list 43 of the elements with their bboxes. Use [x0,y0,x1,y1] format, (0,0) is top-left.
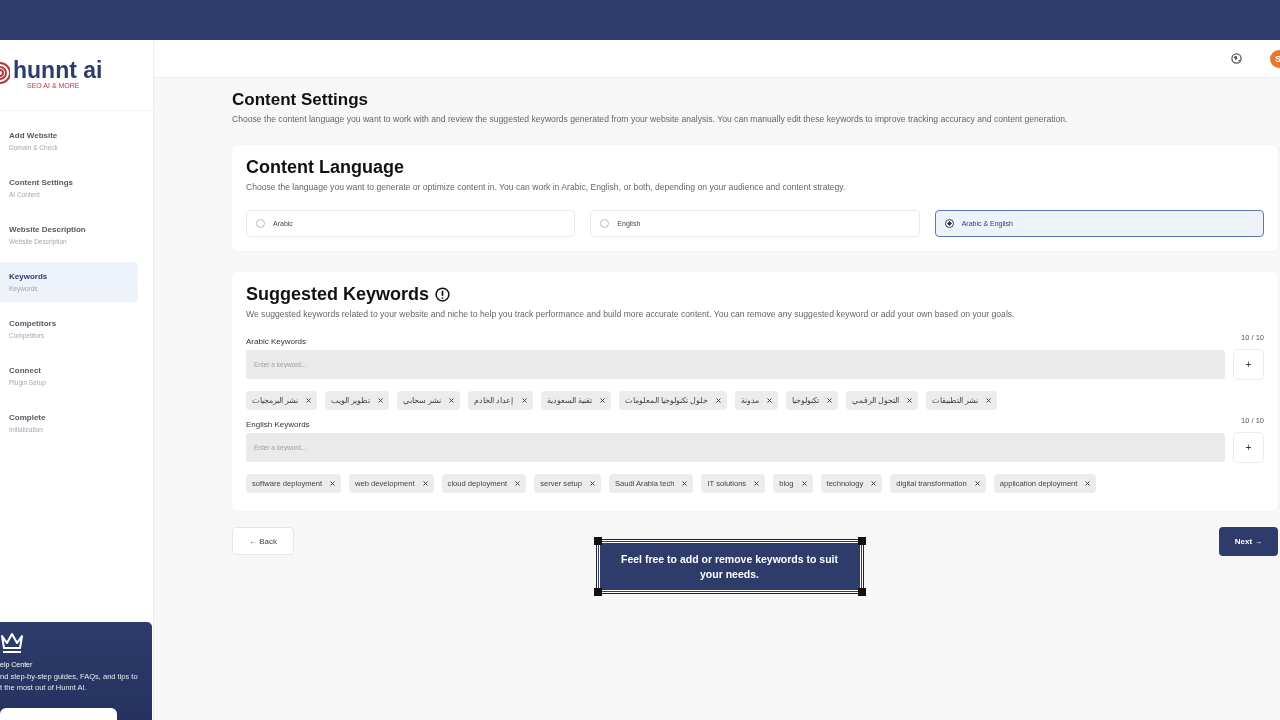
resize-handle[interactable] [857,588,866,596]
add-button[interactable]: + [1233,432,1264,463]
close-icon[interactable] [754,481,760,486]
card-title: Suggested Keywords [246,284,430,305]
close-icon[interactable] [1085,481,1091,486]
close-icon[interactable] [306,398,312,403]
card-description: We suggested keywords related to your website and niche to help you track performance and build more accurate content. You can remove any suggested keyword or add your own based on your goals. [246,309,1016,319]
close-icon[interactable] [974,481,980,486]
close-icon[interactable] [378,398,384,403]
close-icon[interactable] [449,398,455,403]
logo-name: hunnt ai [13,58,103,82]
callout-text: Feel free to add or remove keywords to suit your needs. [619,551,840,582]
next-button[interactable]: Next → [1219,527,1278,556]
page-title: Content Settings [232,90,369,110]
field-label: Arabic Keywords [246,337,307,346]
close-icon[interactable] [422,481,428,486]
radio-button[interactable] [944,219,954,228]
back-button[interactable]: ← Back [232,527,294,555]
close-icon[interactable] [599,398,605,403]
resize-handle[interactable] [593,588,602,596]
crown-icon [0,632,24,654]
close-icon[interactable] [766,398,772,403]
add-button[interactable]: + [1233,349,1264,380]
globe-icon[interactable] [1231,53,1242,64]
close-icon[interactable] [715,398,721,403]
close-icon[interactable] [330,481,336,486]
card-title: Content Language [246,157,405,178]
close-icon[interactable] [521,398,527,403]
info-icon[interactable] [435,287,451,302]
close-icon[interactable] [907,398,912,403]
close-icon[interactable] [801,481,807,486]
close-icon[interactable] [515,481,521,486]
card-description: Choose the language you want to generate or optimize content in. You can work in Arabic, English, or both, depending on your audience and content strategy. [246,182,847,192]
close-icon[interactable] [986,398,992,403]
field-label: English Keywords [246,420,310,429]
resize-handle[interactable] [857,537,866,545]
close-icon[interactable] [871,481,877,486]
logo-icon [0,60,10,86]
page-description: Choose the content language you want to work with and review the suggested keywords generated from your website analysis. You can manually edit these keywords to improve tracking accuracy and content generation. [232,114,1069,124]
close-icon[interactable] [589,481,595,486]
close-icon[interactable] [826,398,832,403]
resize-handle[interactable] [593,537,602,545]
close-icon[interactable] [682,481,688,486]
